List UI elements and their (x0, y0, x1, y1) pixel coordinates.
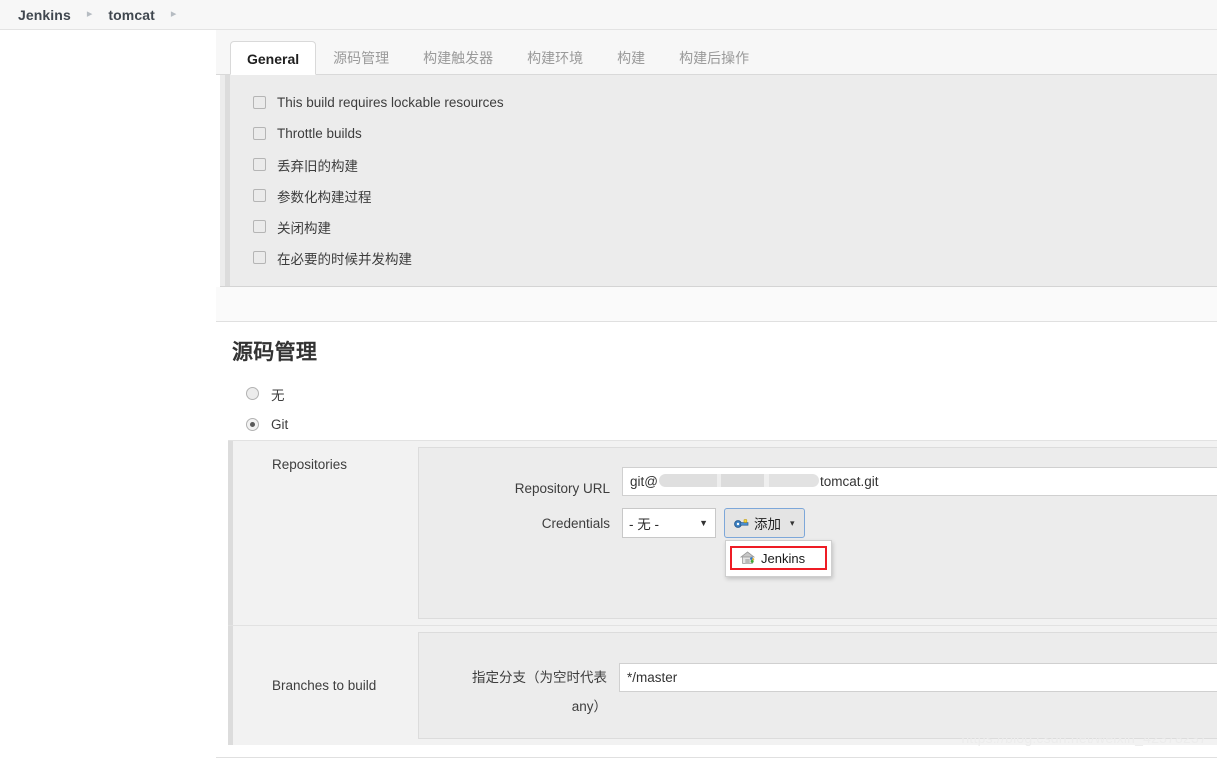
general-options-panel: This build requires lockable resources T… (220, 75, 1217, 287)
jenkins-house-icon (740, 551, 755, 565)
scm-section: 源码管理 无 Git Repositories Repository URL g… (216, 321, 1217, 745)
branches-block: Branches to build 指定分支（为空时代表any） */maste… (228, 625, 1217, 745)
repository-url-row: Repository URL git@ tomcat.git (419, 448, 1217, 500)
page-root: Jenkins ▸ tomcat ▸ General 源码管理 构建触发器 构建… (0, 0, 1217, 758)
checkbox-row-concurrent-builds[interactable]: 在必要的时候并发构建 (220, 242, 1217, 273)
tab-build[interactable]: 构建 (600, 40, 662, 74)
panel-accent-bar (225, 75, 230, 286)
tab-source-code-management[interactable]: 源码管理 (316, 40, 406, 74)
chevron-down-icon: ▼ (699, 518, 708, 528)
add-credentials-label: 添加 (754, 517, 781, 532)
scm-section-title: 源码管理 (232, 341, 318, 364)
checkbox-label: 参数化构建过程 (277, 189, 372, 205)
tab-build-environment[interactable]: 构建环境 (510, 40, 600, 74)
section-gap (216, 287, 1217, 321)
repository-url-input[interactable]: git@ tomcat.git (622, 467, 1217, 496)
credentials-selected-value: - 无 - (629, 517, 659, 532)
repository-url-prefix: git@ (630, 474, 658, 489)
radio-scm-git[interactable] (246, 418, 259, 431)
dropdown-item-label: Jenkins (761, 550, 806, 566)
radio-label: 无 (271, 387, 285, 403)
repositories-label-cell: Repositories (228, 441, 418, 625)
credentials-select[interactable]: - 无 - ▼ (622, 508, 716, 538)
checkbox-label: 丢弃旧的构建 (277, 158, 358, 174)
repositories-fields: Repository URL git@ tomcat.git Credential… (418, 447, 1217, 619)
breadcrumb-separator-icon-2: ▸ (170, 8, 177, 20)
checkbox-throttle-builds[interactable] (253, 127, 266, 140)
checkbox-disable-build[interactable] (253, 220, 266, 233)
checkbox-discard-old-builds[interactable] (253, 158, 266, 171)
checkbox-parameterized-build[interactable] (253, 189, 266, 202)
tab-build-triggers[interactable]: 构建触发器 (406, 40, 510, 74)
tab-post-build-actions[interactable]: 构建后操作 (662, 40, 766, 74)
config-tab-bar: General 源码管理 构建触发器 构建环境 构建 构建后操作 (216, 30, 1217, 75)
checkbox-row-parameterized-build[interactable]: 参数化构建过程 (220, 180, 1217, 211)
repository-url-masked-region (658, 474, 819, 487)
radio-dot-icon (250, 422, 255, 427)
credentials-row: Credentials - 无 - ▼ 添加 ▾ Jenkins (419, 500, 1217, 577)
field-accent-bar (228, 441, 233, 625)
checkbox-row-discard-old-builds[interactable]: 丢弃旧的构建 (220, 149, 1217, 180)
breadcrumb-item-tomcat[interactable]: tomcat (108, 7, 155, 23)
branches-label-cell: Branches to build (228, 626, 418, 745)
repository-url-suffix: tomcat.git (819, 474, 879, 489)
radio-label: Git (271, 417, 289, 432)
field-accent-bar (228, 626, 233, 745)
left-gutter (0, 30, 216, 758)
breadcrumb-separator-icon: ▸ (86, 8, 93, 20)
key-icon (734, 517, 749, 529)
dropdown-item-jenkins[interactable]: Jenkins (730, 546, 828, 570)
branches-fields: 指定分支（为空时代表any） */master (418, 632, 1217, 739)
radio-row-git[interactable]: Git (216, 409, 1217, 440)
checkbox-row-disable-build[interactable]: 关闭构建 (220, 211, 1217, 242)
caret-down-icon: ▾ (790, 517, 795, 528)
branch-spec-label: 指定分支（为空时代表any） (472, 670, 607, 714)
repositories-label: Repositories (272, 457, 348, 472)
tab-general[interactable]: General (230, 41, 317, 75)
checkbox-concurrent-builds[interactable] (253, 251, 266, 264)
repositories-block: Repositories Repository URL git@ tomcat.g… (228, 440, 1217, 625)
radio-scm-none[interactable] (246, 387, 259, 400)
branches-label: Branches to build (272, 678, 377, 693)
branch-spec-input[interactable]: */master (619, 663, 1217, 692)
checkbox-label: 在必要的时候并发构建 (277, 251, 412, 267)
checkbox-row-lockable-resources[interactable]: This build requires lockable resources (220, 87, 1217, 118)
credentials-label: Credentials (541, 515, 610, 531)
config-form: This build requires lockable resources T… (216, 75, 1217, 758)
breadcrumb: Jenkins ▸ tomcat ▸ (0, 0, 1217, 30)
checkbox-lockable-resources[interactable] (253, 96, 266, 109)
checkbox-label: 关闭构建 (277, 220, 331, 236)
watermark: https://blog.csdn.net/weixin_42378237 (961, 730, 1207, 746)
checkbox-row-throttle-builds[interactable]: Throttle builds (220, 118, 1217, 149)
checkbox-label: Throttle builds (277, 126, 362, 141)
breadcrumb-item-jenkins[interactable]: Jenkins (18, 7, 71, 23)
radio-row-none[interactable]: 无 (216, 378, 1217, 409)
checkbox-label: This build requires lockable resources (277, 95, 504, 110)
repository-url-label: Repository URL (514, 481, 610, 496)
add-credentials-button[interactable]: 添加 ▾ Jenkins (724, 508, 833, 577)
branch-spec-row: 指定分支（为空时代表any） */master (419, 633, 1217, 714)
add-credentials-dropdown: Jenkins (725, 540, 833, 577)
branch-spec-value: */master (627, 670, 678, 685)
